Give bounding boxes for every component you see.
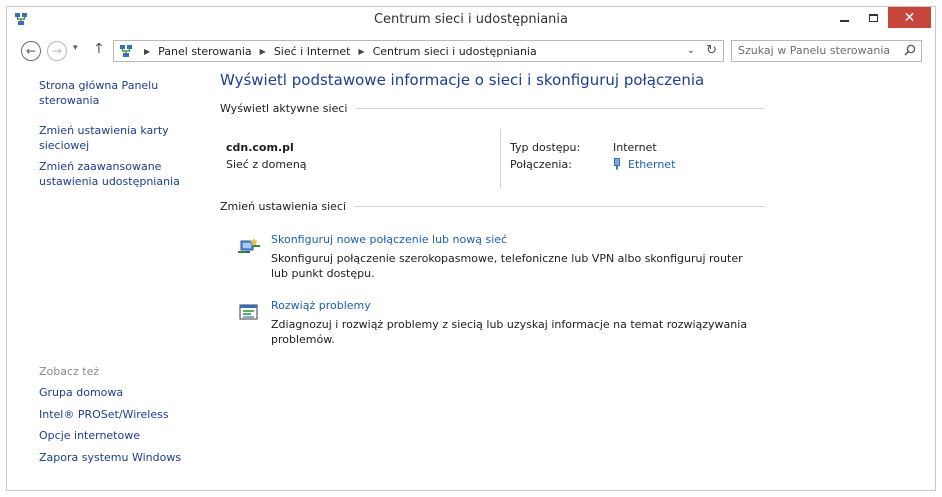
list-item: Rozwiąż problemy Zdiagnozuj i rozwiąż pr… <box>220 299 765 365</box>
arrow-left-icon: ← <box>25 44 37 58</box>
maximize-button[interactable] <box>860 7 886 28</box>
sidebar-link-adapter-settings[interactable]: Zmień ustawienia karty sieciowej <box>39 124 199 153</box>
minimize-icon <box>839 19 849 22</box>
window: Centrum sieci i udostępniania ✕ ← → ▾ ↑ … <box>6 6 936 491</box>
active-networks-title: Wyświetl aktywne sieci <box>220 102 348 115</box>
close-button[interactable]: ✕ <box>888 7 931 28</box>
close-icon: ✕ <box>903 9 916 26</box>
network-type: Sieć z domeną <box>226 158 307 171</box>
active-networks-header: Wyświetl aktywne sieci <box>220 102 765 115</box>
breadcrumb-network-internet[interactable]: Sieć i Internet <box>274 45 351 58</box>
maximize-icon <box>868 13 878 22</box>
list-item: Skonfiguruj nowe połączenie lub nową sie… <box>220 233 765 299</box>
address-dropdown-icon[interactable]: ⌄ <box>687 45 695 56</box>
navigation-bar: ← → ▾ ↑ ▶ Panel sterowania ▶ Sieć i Inte… <box>7 39 935 64</box>
see-also-heading: Zobacz też <box>39 365 100 378</box>
see-also-intel-proset[interactable]: Intel® PROSet/Wireless <box>39 408 181 423</box>
breadcrumb-separator-icon[interactable]: ▶ <box>358 47 364 56</box>
window-title: Centrum sieci i udostępniania <box>373 12 568 27</box>
network-name: cdn.com.pl <box>226 141 294 154</box>
arrow-up-icon: ↑ <box>93 41 105 57</box>
see-also-windows-firewall[interactable]: Zapora systemu Windows <box>39 451 181 466</box>
back-button[interactable]: ← <box>21 41 41 61</box>
active-network-panel: cdn.com.pl Sieć z domeną Typ dostępu: In… <box>220 119 765 189</box>
title-bar: Centrum sieci i udostępniania ✕ <box>7 7 935 35</box>
troubleshoot-icon <box>239 304 258 320</box>
connection-ethernet-label[interactable]: Ethernet <box>628 158 675 171</box>
setup-new-connection-link[interactable]: Skonfiguruj nowe połączenie lub nową sie… <box>271 233 507 246</box>
page-title: Wyświetl podstawowe informacje o sieci i… <box>220 71 705 89</box>
see-also-internet-options[interactable]: Opcje internetowe <box>39 429 181 444</box>
sidebar-link-control-panel-home[interactable]: Strona główna Panelu sterowania <box>39 79 199 108</box>
task-list: Skonfiguruj nowe połączenie lub nową sie… <box>220 233 765 365</box>
troubleshoot-link[interactable]: Rozwiąż problemy <box>271 299 371 312</box>
search-box[interactable] <box>731 40 922 62</box>
access-type-label: Typ dostępu: <box>510 141 581 154</box>
ethernet-icon <box>614 158 620 170</box>
divider <box>500 129 501 189</box>
see-also-homegroup[interactable]: Grupa domowa <box>39 386 181 401</box>
breadcrumb-network-center[interactable]: Centrum sieci i udostępniania <box>373 45 537 58</box>
breadcrumb-separator-icon[interactable]: ▶ <box>260 47 266 56</box>
divider <box>354 206 765 207</box>
change-settings-title: Zmień ustawienia sieci <box>220 200 347 213</box>
recent-locations-button[interactable]: ▾ <box>73 43 78 53</box>
new-connection-icon <box>238 238 260 253</box>
sidebar: Strona główna Panelu sterowania Zmień us… <box>39 79 199 189</box>
refresh-icon[interactable]: ↻ <box>706 43 717 58</box>
setup-new-connection-description: Skonfiguruj połączenie szerokopasmowe, t… <box>271 252 743 280</box>
connections-label: Połączenia: <box>510 158 572 171</box>
minimize-button[interactable] <box>831 7 857 28</box>
up-button[interactable]: ↑ <box>93 41 105 57</box>
search-icon[interactable] <box>904 44 916 56</box>
forward-button[interactable]: → <box>47 41 67 61</box>
access-type-value: Internet <box>613 141 657 154</box>
breadcrumb-separator-icon[interactable]: ▶ <box>144 47 150 56</box>
see-also-section: Zobacz też Grupa domowa Intel® PROSet/Wi… <box>39 365 181 472</box>
divider <box>355 108 765 109</box>
arrow-right-icon: → <box>51 44 63 58</box>
change-settings-header: Zmień ustawienia sieci <box>220 200 765 213</box>
troubleshoot-description: Zdiagnozuj i rozwiąż problemy z siecią l… <box>271 318 748 346</box>
main-content: Wyświetl podstawowe informacje o sieci i… <box>220 71 765 365</box>
connection-ethernet-link[interactable]: Ethernet <box>613 158 675 171</box>
chevron-down-icon: ▾ <box>73 43 78 53</box>
search-input[interactable] <box>738 44 898 57</box>
breadcrumb: ▶ Panel sterowania ▶ Sieć i Internet ▶ C… <box>136 45 537 58</box>
breadcrumb-control-panel[interactable]: Panel sterowania <box>158 45 252 58</box>
address-bar[interactable]: ▶ Panel sterowania ▶ Sieć i Internet ▶ C… <box>113 40 724 62</box>
sidebar-link-advanced-sharing[interactable]: Zmień zaawansowane ustawienia udostępnia… <box>39 160 199 189</box>
network-center-icon <box>120 45 132 57</box>
